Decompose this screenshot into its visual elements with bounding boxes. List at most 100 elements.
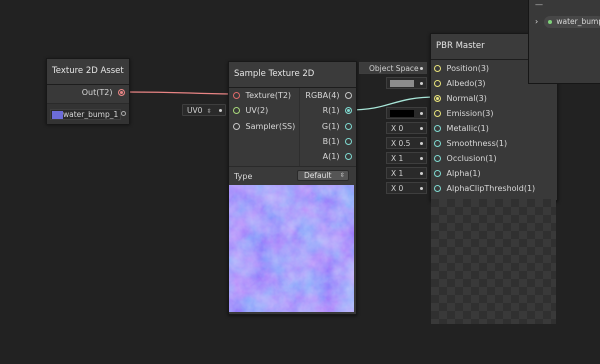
port-label: AlphaClipThreshold(1): [446, 184, 536, 193]
emission-color-field[interactable]: [386, 107, 427, 119]
port-dot-icon[interactable]: [434, 125, 441, 132]
normal-map-preview: [229, 185, 354, 312]
port-label: Sampler(SS): [245, 122, 296, 131]
alpha-clip-value: X 0: [391, 184, 404, 193]
port-dot-icon[interactable]: [345, 107, 352, 114]
alpha-clip-field[interactable]: X 0: [386, 182, 427, 194]
metallic-input-port[interactable]: Metallic(1): [434, 121, 489, 136]
uv-input-port[interactable]: UV(2): [233, 103, 268, 118]
occlusion-field[interactable]: X 1: [386, 152, 427, 164]
port-dot-icon[interactable]: [345, 153, 352, 160]
port-dot-icon[interactable]: [118, 89, 125, 96]
type-label: Type: [234, 172, 253, 181]
alpha-field[interactable]: X 1: [386, 167, 427, 179]
uv-input-field[interactable]: UV0 ⇳: [182, 104, 226, 116]
albedo-input-port[interactable]: Albedo(3): [434, 76, 486, 91]
texture-wire: [121, 91, 233, 95]
rgba-output-port[interactable]: RGBA(4): [305, 88, 352, 103]
shader-graph-canvas[interactable]: Texture 2D Asset Out(T2) water_bump_1 UV…: [0, 0, 600, 364]
port-dot-icon[interactable]: [233, 107, 240, 114]
property-name: water_bump_: [556, 17, 600, 26]
position-space-value: Object Space: [369, 64, 419, 73]
occlusion-value: X 1: [391, 154, 404, 163]
port-label: A(1): [322, 152, 340, 161]
connector-dot-icon: [420, 67, 423, 70]
port-dot-icon[interactable]: [434, 185, 441, 192]
occlusion-input-port[interactable]: Occlusion(1): [434, 151, 497, 166]
uv-field-value: UV0: [187, 106, 203, 115]
position-input-port[interactable]: Position(3): [434, 61, 489, 76]
alpha-input-port[interactable]: Alpha(1): [434, 166, 481, 181]
object-picker-icon[interactable]: [121, 111, 126, 116]
connector-dot-icon: [420, 172, 423, 175]
port-dot-icon[interactable]: [434, 95, 441, 102]
blackboard-panel[interactable]: — › water_bump_: [528, 0, 600, 84]
type-dropdown-value: Default: [304, 171, 332, 180]
port-dot-icon[interactable]: [345, 123, 352, 130]
port-dot-icon[interactable]: [345, 92, 352, 99]
emission-swatch[interactable]: [390, 110, 414, 117]
dropdown-arrows-icon: ⇳: [339, 172, 345, 179]
connector-dot-icon: [420, 127, 423, 130]
alpha-clip-input-port[interactable]: AlphaClipThreshold(1): [434, 181, 535, 196]
r-output-port[interactable]: R(1): [323, 103, 352, 118]
smoothness-value: X 0.5: [391, 139, 411, 148]
port-dot-icon[interactable]: [233, 123, 240, 130]
port-dot-icon[interactable]: [434, 110, 441, 117]
port-dot-icon[interactable]: [434, 65, 441, 72]
port-divider: [299, 88, 300, 168]
normal-map-preview-image: [229, 185, 354, 312]
b-output-port[interactable]: B(1): [323, 134, 352, 149]
port-label: G(1): [321, 122, 340, 131]
texture-input-port[interactable]: Texture(T2): [233, 88, 291, 103]
connector-dot-icon: [420, 187, 423, 190]
smoothness-input-port[interactable]: Smoothness(1): [434, 136, 507, 151]
property-pill[interactable]: water_bump_: [544, 16, 600, 28]
property-type-icon: [548, 20, 552, 24]
a-output-port[interactable]: A(1): [323, 149, 352, 164]
port-label: B(1): [322, 137, 340, 146]
port-dot-icon[interactable]: [345, 138, 352, 145]
normal-input-port[interactable]: Normal(3): [434, 91, 487, 106]
node-title: Texture 2D Asset: [47, 59, 129, 85]
connector-dot-icon: [219, 109, 222, 112]
connector-dot-icon: [420, 157, 423, 160]
port-label: RGBA(4): [305, 91, 340, 100]
port-label: Smoothness(1): [446, 139, 508, 148]
port-label: Texture(T2): [245, 91, 292, 100]
texture-2d-asset-node[interactable]: Texture 2D Asset Out(T2) water_bump_1: [46, 58, 130, 124]
port-label: Out(T2): [81, 88, 113, 97]
emission-input-port[interactable]: Emission(3): [434, 106, 493, 121]
g-output-port[interactable]: G(1): [322, 119, 352, 134]
position-space-field[interactable]: Object Space: [359, 62, 427, 74]
chevron-right-icon[interactable]: ›: [535, 17, 538, 26]
type-dropdown[interactable]: Default ⇳: [297, 170, 349, 181]
connector-dot-icon: [420, 112, 423, 115]
dropdown-arrows-icon: ⇳: [206, 108, 212, 115]
connector-dot-icon: [420, 142, 423, 145]
smoothness-field[interactable]: X 0.5: [386, 137, 427, 149]
port-label: Normal(3): [446, 94, 487, 103]
albedo-swatch[interactable]: [390, 80, 414, 87]
port-dot-icon[interactable]: [434, 80, 441, 87]
port-dot-icon[interactable]: [233, 92, 240, 99]
texture-name: water_bump_1: [63, 110, 119, 119]
port-label: Albedo(3): [446, 79, 486, 88]
alpha-value: X 1: [391, 169, 404, 178]
port-label: Metallic(1): [446, 124, 489, 133]
port-dot-icon[interactable]: [434, 140, 441, 147]
texture-object-field[interactable]: water_bump_1: [50, 109, 121, 120]
albedo-color-field[interactable]: [386, 77, 427, 89]
port-label: Emission(3): [446, 109, 494, 118]
out-port[interactable]: Out(T2): [82, 85, 125, 100]
sampler-input-port[interactable]: Sampler(SS): [233, 119, 295, 134]
texture-field-row: water_bump_1: [47, 103, 129, 124]
metallic-field[interactable]: X 0: [386, 122, 427, 134]
port-label: UV(2): [245, 106, 269, 115]
metallic-value: X 0: [391, 124, 404, 133]
port-dot-icon[interactable]: [434, 155, 441, 162]
node-title: Sample Texture 2D: [229, 62, 356, 88]
connector-dot-icon: [420, 82, 423, 85]
port-dot-icon[interactable]: [434, 170, 441, 177]
port-label: Position(3): [446, 64, 490, 73]
